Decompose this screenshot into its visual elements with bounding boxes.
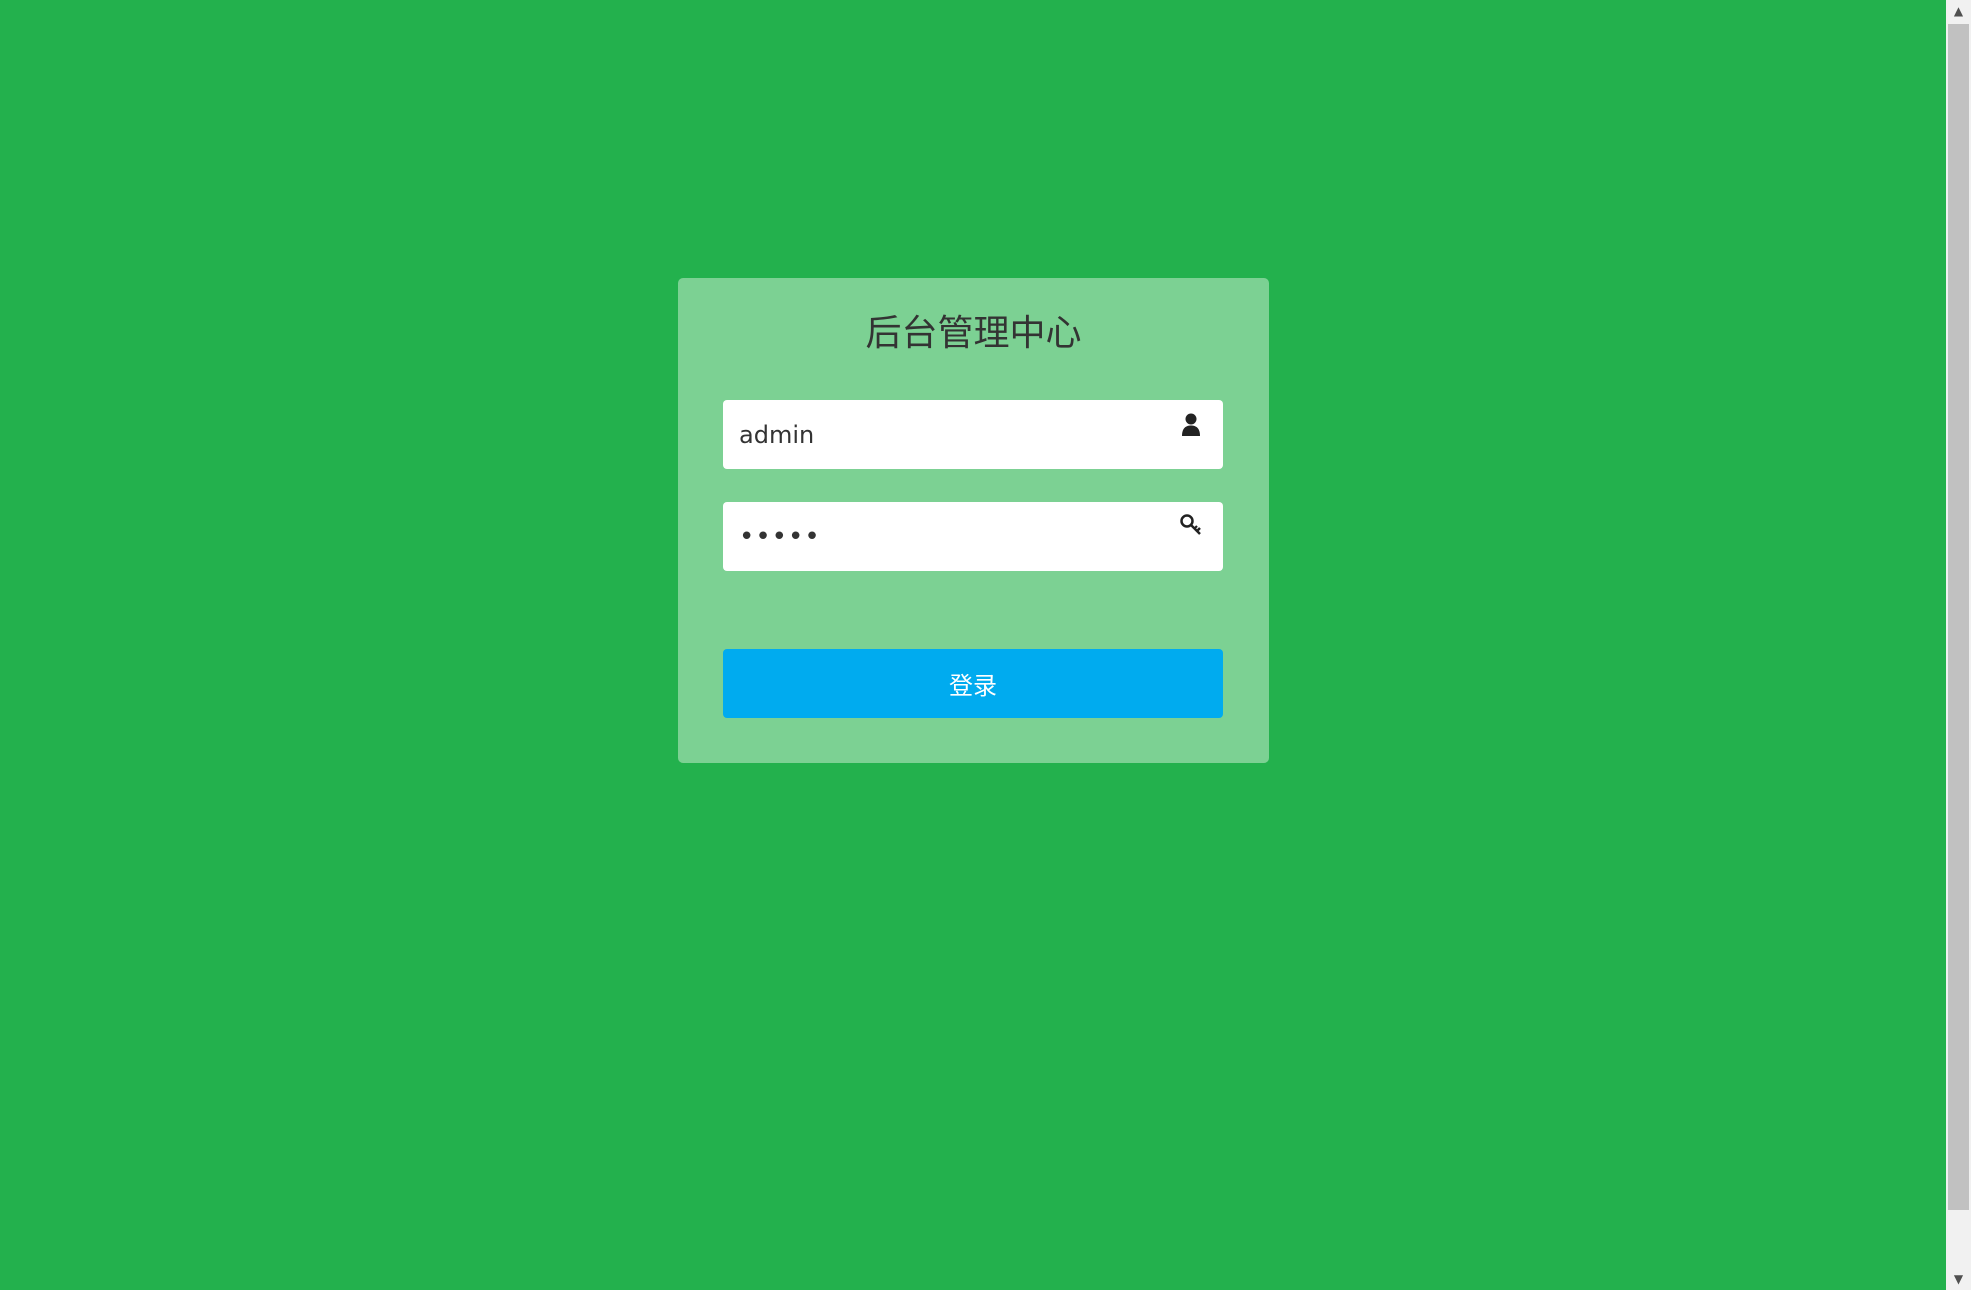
username-field[interactable] — [723, 400, 1223, 469]
password-field[interactable] — [723, 502, 1223, 571]
scroll-thumb[interactable] — [1948, 24, 1969, 1210]
key-icon — [1179, 512, 1203, 540]
page-scrollbar[interactable]: ▲ ▼ — [1946, 0, 1971, 1290]
scroll-down-icon[interactable]: ▼ — [1946, 1268, 1971, 1290]
login-button[interactable]: 登录 — [723, 649, 1223, 718]
login-card: 后台管理中心 登录 — [678, 278, 1269, 763]
page-background: 后台管理中心 登录 — [0, 0, 1946, 1290]
user-icon — [1179, 410, 1203, 438]
scroll-up-icon[interactable]: ▲ — [1946, 0, 1971, 22]
username-input[interactable] — [723, 400, 1143, 469]
login-title: 后台管理中心 — [865, 313, 1082, 354]
password-input[interactable] — [723, 502, 1143, 571]
